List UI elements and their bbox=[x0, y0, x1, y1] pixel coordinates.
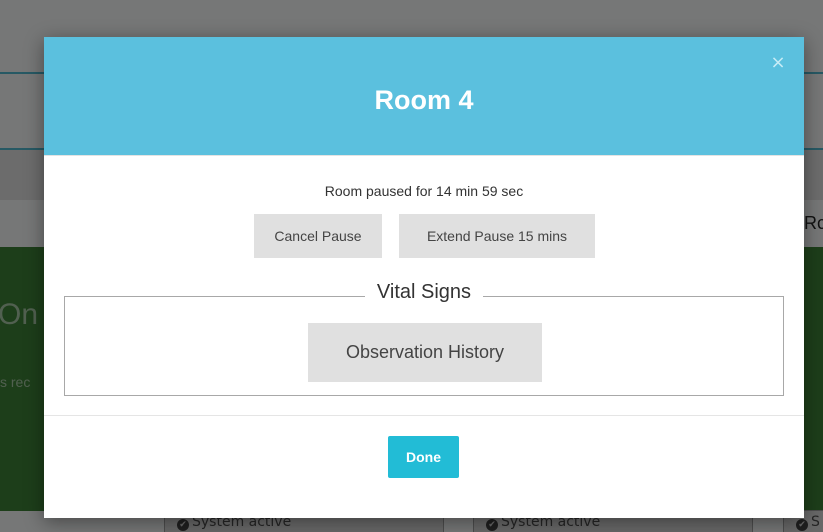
vital-signs-legend: Vital Signs bbox=[65, 281, 783, 304]
observation-history-button[interactable]: Observation History bbox=[308, 323, 542, 382]
vital-signs-label: Vital Signs bbox=[364, 281, 484, 303]
done-button[interactable]: Done bbox=[388, 436, 459, 478]
modal-header: Room 4 × bbox=[44, 37, 804, 156]
vital-signs-fieldset: Vital Signs Observation History bbox=[64, 281, 784, 396]
room-modal: Room 4 × Room paused for 14 min 59 sec C… bbox=[44, 37, 804, 518]
modal-title: Room 4 bbox=[374, 85, 474, 115]
cancel-pause-button[interactable]: Cancel Pause bbox=[254, 214, 382, 258]
extend-pause-button[interactable]: Extend Pause 15 mins bbox=[399, 214, 595, 258]
close-icon[interactable]: × bbox=[770, 54, 786, 72]
pause-status-text: Room paused for 14 min 59 sec bbox=[324, 183, 524, 199]
modal-footer-divider bbox=[44, 415, 804, 416]
